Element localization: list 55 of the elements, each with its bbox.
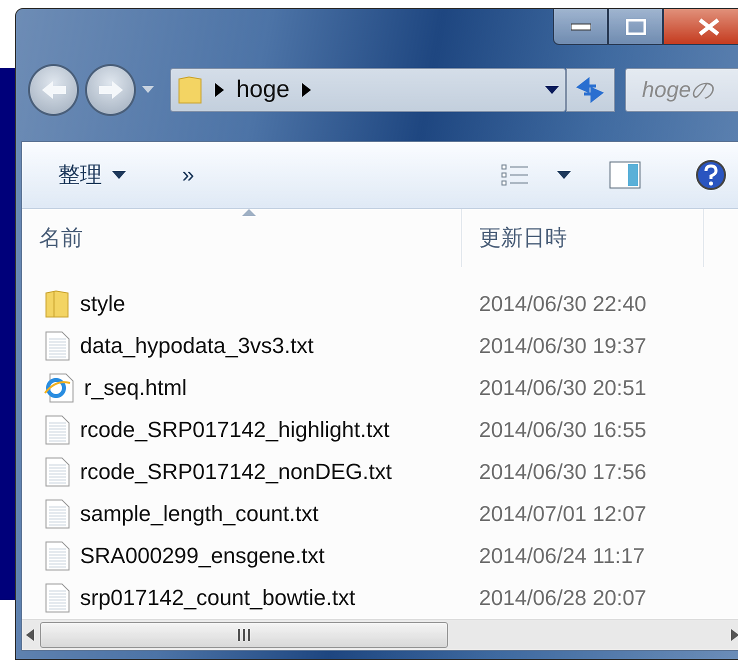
modified-date: 2014/06/24 11:17	[478, 544, 646, 568]
column-header[interactable]: 名前	[22, 209, 462, 267]
folder-icon	[44, 289, 70, 319]
modified-date: 2014/06/30 17:56	[478, 460, 648, 484]
close-icon	[698, 18, 720, 36]
file-name[interactable]: sample_length_count.txt	[80, 501, 318, 527]
breadcrumb-arrow-icon[interactable]	[302, 83, 311, 97]
file-name[interactable]: r_seq.html	[84, 375, 187, 401]
browser-file-icon	[44, 373, 74, 403]
text-file-icon	[44, 457, 70, 487]
modified-date: 2014/06/30 22:40	[478, 292, 648, 316]
modified-date: 2014/06/30 20:51	[478, 376, 648, 400]
text-file-icon	[44, 331, 70, 361]
preview-pane-icon[interactable]	[609, 161, 641, 189]
refresh-button[interactable]	[566, 68, 615, 112]
file-name[interactable]: rcode_SRP017142_highlight.txt	[80, 417, 390, 443]
file-name[interactable]: style	[80, 291, 126, 317]
grip-icon	[237, 629, 251, 641]
scrollbar-thumb[interactable]	[40, 622, 448, 648]
address-bar[interactable]: hoge	[170, 68, 566, 112]
column-header[interactable]: 更新日時	[462, 209, 704, 267]
search-field[interactable]: hogeの	[624, 68, 738, 112]
minimize-icon	[570, 22, 590, 30]
dropdown-caret-icon[interactable]	[544, 86, 559, 94]
file-name[interactable]: srp017142_count_bowtie.txt	[80, 585, 356, 611]
more-button[interactable]: »	[182, 162, 194, 188]
folder-icon	[177, 75, 204, 105]
minimize-button[interactable]	[553, 9, 608, 45]
text-file-icon	[44, 499, 70, 529]
view-list-icon[interactable]	[501, 164, 529, 186]
file-name[interactable]: SRA000299_ensgene.txt	[80, 543, 325, 569]
file-name[interactable]: data_hypodata_3vs3.txt	[80, 333, 314, 359]
close-button[interactable]	[663, 9, 738, 45]
maximize-button[interactable]	[608, 9, 663, 45]
file-name[interactable]: rcode_SRP017142_nonDEG.txt	[80, 459, 392, 485]
caret-icon[interactable]	[557, 171, 571, 179]
scroll-right-icon[interactable]	[731, 629, 738, 641]
organize-button[interactable]: 整理	[58, 160, 126, 190]
forward-arrow-icon	[96, 79, 125, 101]
modified-date: 2014/07/01 12:07	[478, 502, 648, 526]
text-file-icon	[44, 583, 70, 613]
maximize-icon	[626, 18, 646, 34]
breadcrumb-arrow-icon[interactable]	[215, 83, 224, 97]
text-file-icon	[44, 541, 70, 571]
back-arrow-icon	[40, 79, 68, 101]
breadcrumb-item[interactable]: hoge	[236, 76, 290, 104]
help-icon[interactable]	[695, 159, 727, 191]
scroll-left-icon[interactable]	[26, 629, 34, 641]
history-caret-icon[interactable]	[142, 86, 154, 94]
text-file-icon	[44, 415, 70, 445]
modified-date: 2014/06/30 16:55	[478, 418, 648, 442]
caret-icon	[112, 171, 126, 179]
modified-date: 2014/06/28 20:07	[478, 586, 648, 610]
modified-date: 2014/06/30 19:37	[478, 334, 648, 358]
refresh-icon	[576, 77, 604, 103]
